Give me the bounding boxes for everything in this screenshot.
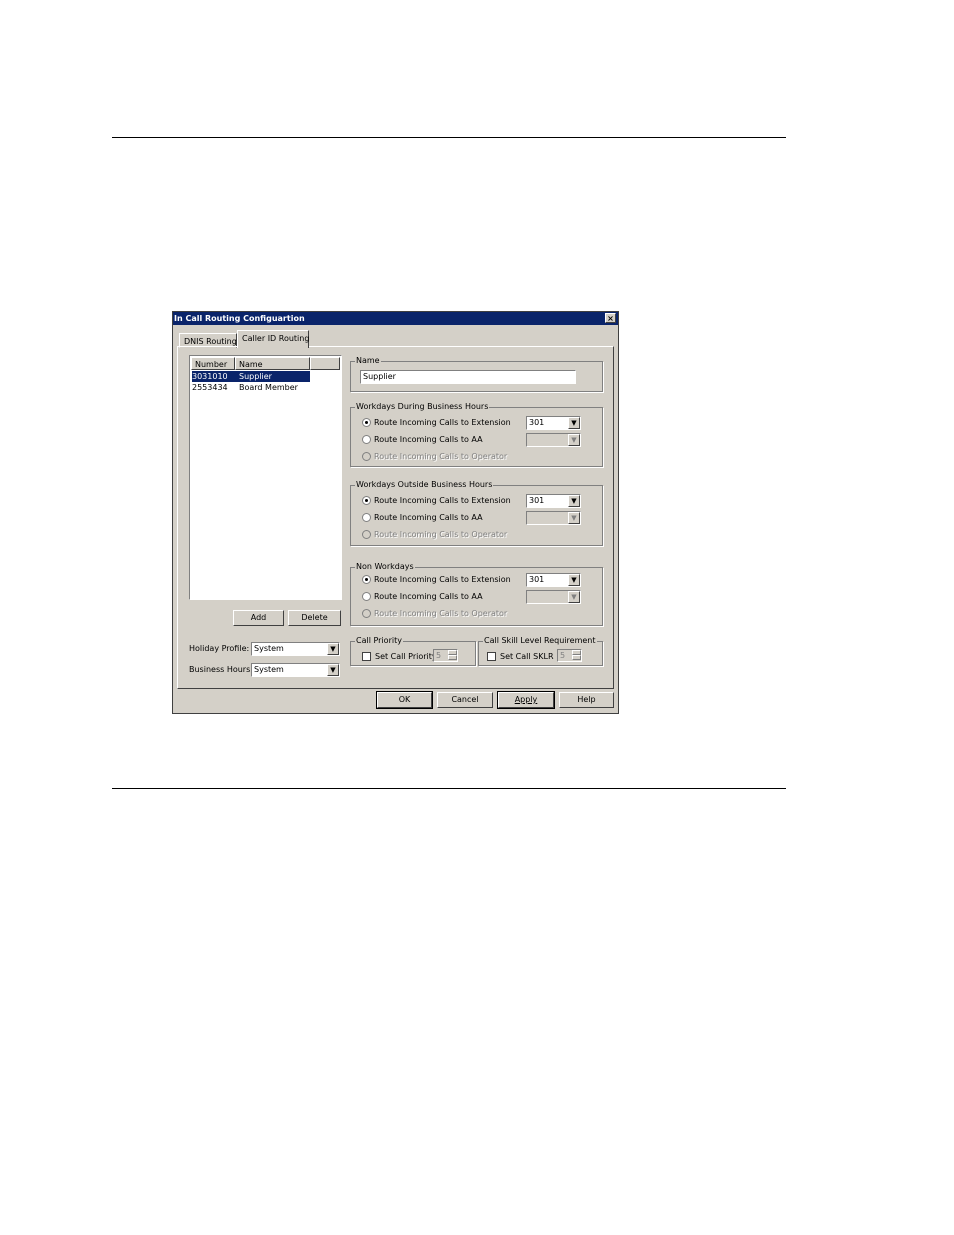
extension-select[interactable]: 301 ▼	[526, 416, 581, 430]
route-to-operator-radio	[362, 609, 371, 618]
list-item-name: Board Member	[239, 383, 298, 392]
aa-select: ▼	[526, 511, 581, 525]
list-item-number: 2553434	[192, 383, 228, 392]
caller-id-list[interactable]: Number Name 3031010 Supplier 2553434 Boa…	[189, 355, 342, 600]
set-call-priority-label[interactable]: Set Call Priority	[375, 652, 437, 661]
holiday-profile-select[interactable]: System ▼	[251, 642, 340, 656]
ok-button[interactable]: OK	[376, 691, 433, 709]
extension-value: 301	[529, 418, 545, 427]
non-workdays-title: Non Workdays	[355, 562, 415, 572]
holiday-profile-value: System	[254, 644, 284, 653]
call-priority-value: 5	[436, 651, 442, 660]
extension-value: 301	[529, 575, 545, 584]
chevron-down-icon[interactable]: ▼	[568, 417, 580, 429]
workdays-during-hours-group: Workdays During Business Hours Route Inc…	[350, 402, 603, 467]
list-item[interactable]: 2553434 Board Member	[192, 382, 310, 393]
bottom-rule	[112, 788, 786, 789]
apply-button[interactable]: Apply	[497, 691, 555, 709]
column-header-number[interactable]: Number	[191, 357, 235, 370]
business-hours-value: System	[254, 665, 284, 674]
list-item[interactable]: 3031010 Supplier	[192, 371, 310, 382]
chevron-down-icon[interactable]: ▼	[568, 495, 580, 507]
aa-select: ▼	[526, 433, 581, 447]
chevron-down-icon: ▼	[568, 591, 580, 603]
route-to-operator-label: Route Incoming Calls to Operator	[374, 609, 508, 618]
chevron-down-icon[interactable]: ▼	[327, 664, 339, 676]
route-to-operator-label: Route Incoming Calls to Operator	[374, 530, 508, 539]
set-call-sklr-label[interactable]: Set Call SKLR	[500, 652, 554, 661]
aa-select: ▼	[526, 590, 581, 604]
cancel-button[interactable]: Cancel	[437, 692, 493, 708]
delete-button[interactable]: Delete	[288, 610, 341, 626]
route-to-aa-label[interactable]: Route Incoming Calls to AA	[374, 592, 483, 601]
route-to-extension-radio[interactable]	[362, 496, 371, 505]
spin-down-icon	[572, 655, 581, 660]
route-to-aa-label[interactable]: Route Incoming Calls to AA	[374, 435, 483, 444]
chevron-down-icon: ▼	[568, 434, 580, 446]
call-routing-dialog: In Call Routing Configuartion × DNIS Rou…	[172, 311, 619, 714]
add-button[interactable]: Add	[233, 610, 284, 626]
route-to-extension-label[interactable]: Route Incoming Calls to Extension	[374, 496, 511, 505]
tab-caller-id-routing[interactable]: Caller ID Routing	[237, 330, 309, 348]
chevron-down-icon[interactable]: ▼	[327, 643, 339, 655]
route-to-operator-radio	[362, 530, 371, 539]
apply-button-label: Apply	[514, 695, 538, 704]
non-workdays-group: Non Workdays Route Incoming Calls to Ext…	[350, 562, 603, 626]
business-hours-label: Business Hours:	[189, 665, 253, 674]
call-priority-title: Call Priority	[355, 636, 403, 646]
route-to-extension-radio[interactable]	[362, 418, 371, 427]
workdays-during-hours-title: Workdays During Business Hours	[355, 402, 490, 412]
skill-level-spinner: 5	[557, 649, 582, 662]
route-to-extension-radio[interactable]	[362, 575, 371, 584]
dialog-title: In Call Routing Configuartion	[174, 314, 305, 323]
extension-value: 301	[529, 496, 545, 505]
name-group: Name Supplier	[350, 356, 603, 392]
name-group-title: Name	[355, 356, 381, 366]
skill-level-title: Call Skill Level Requirement	[483, 636, 597, 646]
dialog-titlebar: In Call Routing Configuartion ×	[173, 312, 618, 325]
column-header-name[interactable]: Name	[235, 357, 310, 370]
skill-level-group: Call Skill Level Requirement Set Call SK…	[478, 636, 603, 666]
chevron-down-icon[interactable]: ▼	[568, 574, 580, 586]
route-to-operator-label: Route Incoming Calls to Operator	[374, 452, 508, 461]
extension-select[interactable]: 301 ▼	[526, 494, 581, 508]
name-field[interactable]: Supplier	[360, 370, 576, 384]
workdays-outside-hours-group: Workdays Outside Business Hours Route In…	[350, 480, 603, 546]
route-to-aa-label[interactable]: Route Incoming Calls to AA	[374, 513, 483, 522]
extension-select[interactable]: 301 ▼	[526, 573, 581, 587]
close-icon[interactable]: ×	[605, 313, 616, 323]
call-priority-spinner: 5	[433, 649, 458, 662]
route-to-aa-radio[interactable]	[362, 592, 371, 601]
set-call-priority-checkbox[interactable]	[362, 652, 371, 661]
workdays-outside-hours-title: Workdays Outside Business Hours	[355, 480, 494, 490]
route-to-operator-radio	[362, 452, 371, 461]
list-item-number: 3031010	[192, 372, 228, 381]
help-button[interactable]: Help	[559, 692, 614, 708]
list-item-name: Supplier	[239, 372, 272, 381]
set-call-sklr-checkbox[interactable]	[487, 652, 496, 661]
route-to-extension-label[interactable]: Route Incoming Calls to Extension	[374, 575, 511, 584]
spin-down-icon	[448, 655, 457, 660]
chevron-down-icon: ▼	[568, 512, 580, 524]
route-to-aa-radio[interactable]	[362, 435, 371, 444]
business-hours-select[interactable]: System ▼	[251, 663, 340, 677]
call-priority-group: Call Priority Set Call Priority 5	[350, 636, 476, 666]
skill-level-value: 5	[560, 651, 566, 660]
holiday-profile-label: Holiday Profile:	[189, 644, 250, 653]
top-rule	[112, 137, 786, 138]
route-to-extension-label[interactable]: Route Incoming Calls to Extension	[374, 418, 511, 427]
column-header-filler	[310, 357, 340, 370]
route-to-aa-radio[interactable]	[362, 513, 371, 522]
